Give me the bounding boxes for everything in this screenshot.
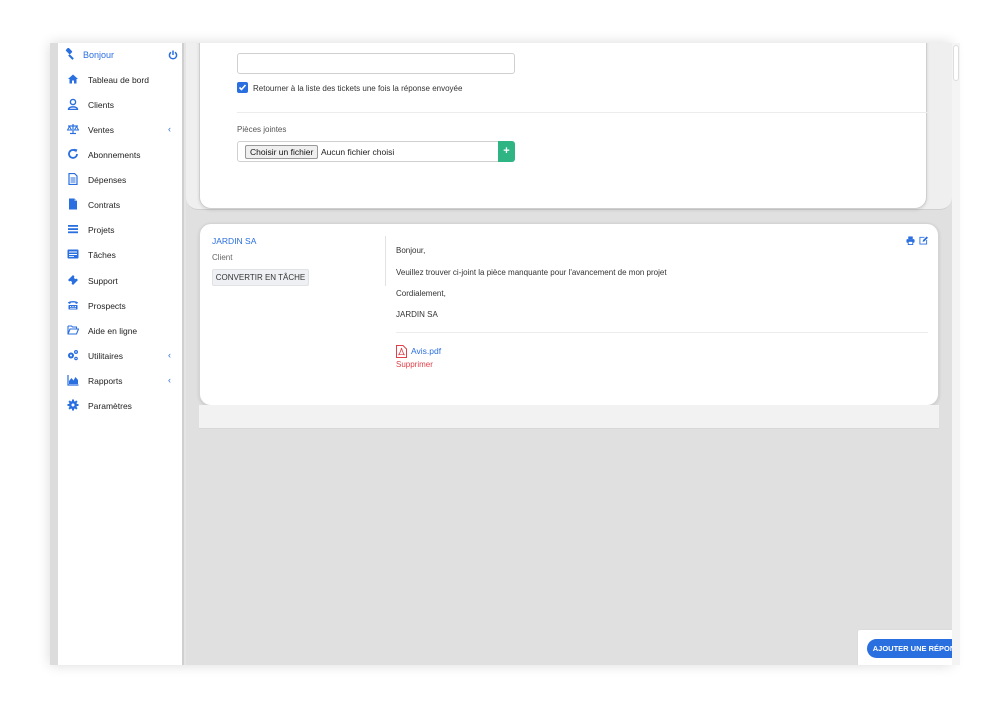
user-icon [67,98,79,110]
tty-icon [68,301,78,310]
sidebar-header: Bonjour [64,48,180,64]
sidebar-item-abonnements[interactable]: Abonnements [58,145,184,165]
refresh-icon [68,148,78,159]
chevron-left-icon: ‹ [168,124,171,134]
message-line: Veuillez trouver ci-joint la pièce manqu… [396,268,667,277]
sidebar-item-ventes[interactable]: Ventes ‹ [58,120,184,140]
sidebar-item-label: Dépenses [88,175,127,185]
sidebar-item-label: Tableau de bord [88,75,149,85]
add-reply-bar: AJOUTER UNE RÉPONSE [857,629,952,665]
file-text-icon [68,173,78,185]
sidebar-item-label: Contrats [88,200,121,210]
sidebar-item-label: Utilitaires [88,351,123,361]
sidebar-item-label: Aide en ligne [88,326,138,336]
edit-icon[interactable] [919,236,928,245]
sidebar-item-label: Prospects [88,301,126,311]
reply-form-panel: CC Retourner à la liste des tickets une … [199,43,929,209]
file-icon [69,198,77,210]
sidebar-item-tableau-de-bord[interactable]: Tableau de bord [58,70,184,90]
sidebar: Bonjour Tableau de bord Clients Ventes ‹… [58,43,184,665]
sidebar-item-taches[interactable]: Tâches [58,245,184,265]
message-line: Bonjour, [396,246,426,255]
pdf-file-icon [396,345,407,358]
reply-author-link[interactable]: JARDIN SA [212,236,256,246]
sidebar-item-label: Paramètres [88,401,132,411]
divider [237,112,929,113]
scrollbar-thumb[interactable] [953,45,959,81]
sidebar-item-label: Rapports [88,376,123,386]
check-icon [238,84,247,91]
sidebar-item-parametres[interactable]: Paramètres [58,396,184,416]
attachment-link[interactable]: Avis.pdf [411,346,441,356]
add-reply-button[interactable]: AJOUTER UNE RÉPONSE [867,639,952,658]
folder-open-icon [67,325,79,335]
file-input[interactable]: Choisir un fichier Aucun fichier choisi [237,141,499,162]
cc-label: CC [237,43,249,45]
file-status: Aucun fichier choisi [321,147,395,157]
add-attachment-button[interactable]: + [498,141,515,162]
convert-to-task-button[interactable]: CONVERTIR EN TÂCHE [212,269,309,286]
sidebar-item-contrats[interactable]: Contrats [58,195,184,215]
area-chart-icon [67,375,79,386]
left-edge [50,43,58,665]
gavel-icon [65,48,74,60]
message-line: JARDIN SA [396,310,438,319]
sidebar-item-label: Clients [88,100,114,110]
sidebar-item-label: Support [88,276,118,286]
message-line: Cordialement, [396,289,446,298]
sidebar-item-clients[interactable]: Clients [58,95,184,115]
app-window: Bonjour Tableau de bord Clients Ventes ‹… [50,43,952,665]
cc-input[interactable] [237,53,515,74]
cog-icon [67,399,79,411]
sidebar-item-rapports[interactable]: Rapports ‹ [58,371,184,391]
sidebar-item-prospects[interactable]: Prospects [58,296,184,316]
sidebar-item-support[interactable]: Support [58,271,184,291]
return-to-list-checkbox[interactable] [237,82,248,93]
sidebar-item-depenses[interactable]: Dépenses [58,170,184,190]
ticket-icon [68,275,78,285]
reply-author-role: Client [212,253,233,262]
print-icon[interactable] [906,236,915,245]
sidebar-item-label: Ventes [88,125,114,135]
sidebar-item-aide-en-ligne[interactable]: Aide en ligne [58,321,184,341]
sidebar-item-label: Tâches [88,250,116,260]
home-icon [68,74,78,84]
cogs-icon [68,350,78,361]
main-content: CC Retourner à la liste des tickets une … [186,43,952,665]
chevron-left-icon: ‹ [168,375,171,385]
reply-card-footer [199,405,939,429]
power-icon[interactable] [168,50,178,60]
sidebar-item-label: Projets [88,225,115,235]
tasks-icon [67,249,79,259]
return-to-list-label: Retourner à la liste des tickets une foi… [253,84,463,93]
sidebar-item-label: Abonnements [88,150,141,160]
balance-scale-icon [67,124,79,135]
chevron-left-icon: ‹ [168,350,171,360]
ticket-reply-card: JARDIN SA Client CONVERTIR EN TÂCHE Bonj… [199,223,939,406]
attachments-label: Pièces jointes [237,125,287,134]
column-divider [385,236,386,286]
sidebar-item-projets[interactable]: Projets [58,220,184,240]
delete-attachment-link[interactable]: Supprimer [396,360,433,369]
scrollbar[interactable] [952,43,960,665]
choose-file-button[interactable]: Choisir un fichier [245,145,319,159]
sidebar-item-utilitaires[interactable]: Utilitaires ‹ [58,346,184,366]
divider [396,332,928,333]
greeting-label: Bonjour [83,50,115,60]
bars-icon [68,225,78,234]
